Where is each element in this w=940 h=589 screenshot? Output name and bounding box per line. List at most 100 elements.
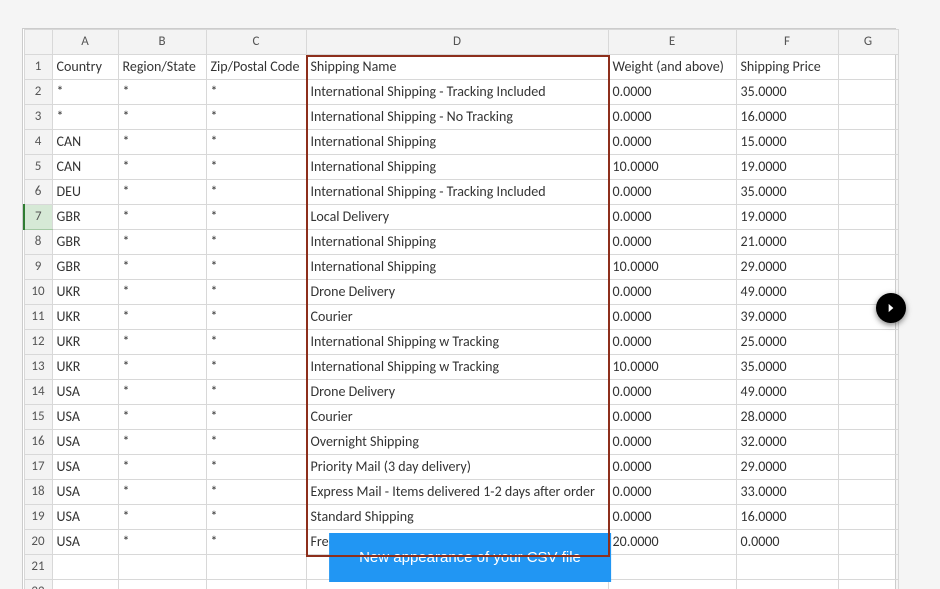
cell-A21[interactable] bbox=[52, 555, 118, 580]
cell-C19[interactable]: * bbox=[206, 505, 306, 530]
next-nav-button[interactable] bbox=[876, 293, 906, 323]
row-header-8[interactable]: 8 bbox=[24, 230, 52, 255]
cell-B8[interactable]: * bbox=[118, 230, 206, 255]
cell-D10[interactable]: Drone Delivery bbox=[306, 280, 608, 305]
cell-A12[interactable]: UKR bbox=[52, 330, 118, 355]
cell-E12[interactable]: 0.0000 bbox=[608, 330, 736, 355]
cell-C11[interactable]: * bbox=[206, 305, 306, 330]
cell-A14[interactable]: USA bbox=[52, 380, 118, 405]
row-header-6[interactable]: 6 bbox=[24, 180, 52, 205]
cell-G4[interactable] bbox=[838, 130, 898, 155]
cell-C8[interactable]: * bbox=[206, 230, 306, 255]
cell-D17[interactable]: Priority Mail (3 day delivery) bbox=[306, 455, 608, 480]
column-header-F[interactable]: F bbox=[736, 30, 838, 55]
cell-F8[interactable]: 21.0000 bbox=[736, 230, 838, 255]
cell-C7[interactable]: * bbox=[206, 205, 306, 230]
cell-G13[interactable] bbox=[838, 355, 898, 380]
cell-B21[interactable] bbox=[118, 555, 206, 580]
cell-A7[interactable]: GBR bbox=[52, 205, 118, 230]
row-header-4[interactable]: 4 bbox=[24, 130, 52, 155]
cell-D18[interactable]: Express Mail - Items delivered 1-2 days … bbox=[306, 480, 608, 505]
cell-A5[interactable]: CAN bbox=[52, 155, 118, 180]
column-header-C[interactable]: C bbox=[206, 30, 306, 55]
cell-F15[interactable]: 28.0000 bbox=[736, 405, 838, 430]
cell-E9[interactable]: 10.0000 bbox=[608, 255, 736, 280]
cell-C2[interactable]: * bbox=[206, 80, 306, 105]
row-header-3[interactable]: 3 bbox=[24, 105, 52, 130]
cell-C21[interactable] bbox=[206, 555, 306, 580]
column-header-G[interactable]: G bbox=[838, 30, 898, 55]
row-header-19[interactable]: 19 bbox=[24, 505, 52, 530]
cell-C9[interactable]: * bbox=[206, 255, 306, 280]
row-header-15[interactable]: 15 bbox=[24, 405, 52, 430]
cell-G14[interactable] bbox=[838, 380, 898, 405]
cell-F22[interactable] bbox=[736, 580, 838, 589]
row-header-2[interactable]: 2 bbox=[24, 80, 52, 105]
cell-A1[interactable]: Country bbox=[52, 55, 118, 80]
cell-F12[interactable]: 25.0000 bbox=[736, 330, 838, 355]
cell-B5[interactable]: * bbox=[118, 155, 206, 180]
cell-A18[interactable]: USA bbox=[52, 480, 118, 505]
cell-E13[interactable]: 10.0000 bbox=[608, 355, 736, 380]
cell-B22[interactable] bbox=[118, 580, 206, 589]
cell-F11[interactable]: 39.0000 bbox=[736, 305, 838, 330]
cell-G9[interactable] bbox=[838, 255, 898, 280]
cell-B4[interactable]: * bbox=[118, 130, 206, 155]
cell-G20[interactable] bbox=[838, 530, 898, 555]
cell-D13[interactable]: International Shipping w Tracking bbox=[306, 355, 608, 380]
cell-E16[interactable]: 0.0000 bbox=[608, 430, 736, 455]
cell-B15[interactable]: * bbox=[118, 405, 206, 430]
cell-B9[interactable]: * bbox=[118, 255, 206, 280]
cell-C16[interactable]: * bbox=[206, 430, 306, 455]
cell-E20[interactable]: 20.0000 bbox=[608, 530, 736, 555]
row-header-20[interactable]: 20 bbox=[24, 530, 52, 555]
cell-D12[interactable]: International Shipping w Tracking bbox=[306, 330, 608, 355]
cell-B17[interactable]: * bbox=[118, 455, 206, 480]
column-header-B[interactable]: B bbox=[118, 30, 206, 55]
cell-G12[interactable] bbox=[838, 330, 898, 355]
cell-A9[interactable]: GBR bbox=[52, 255, 118, 280]
cell-D1[interactable]: Shipping Name bbox=[306, 55, 608, 80]
row-header-18[interactable]: 18 bbox=[24, 480, 52, 505]
row-header-13[interactable]: 13 bbox=[24, 355, 52, 380]
cell-B16[interactable]: * bbox=[118, 430, 206, 455]
cell-A2[interactable]: * bbox=[52, 80, 118, 105]
cell-E18[interactable]: 0.0000 bbox=[608, 480, 736, 505]
cell-G3[interactable] bbox=[838, 105, 898, 130]
cell-G5[interactable] bbox=[838, 155, 898, 180]
cell-D2[interactable]: International Shipping - Tracking Includ… bbox=[306, 80, 608, 105]
cell-D8[interactable]: International Shipping bbox=[306, 230, 608, 255]
cell-B10[interactable]: * bbox=[118, 280, 206, 305]
cell-A3[interactable]: * bbox=[52, 105, 118, 130]
cell-E21[interactable] bbox=[608, 555, 736, 580]
row-header-17[interactable]: 17 bbox=[24, 455, 52, 480]
cell-E3[interactable]: 0.0000 bbox=[608, 105, 736, 130]
cell-E19[interactable]: 0.0000 bbox=[608, 505, 736, 530]
cell-E4[interactable]: 0.0000 bbox=[608, 130, 736, 155]
cell-E15[interactable]: 0.0000 bbox=[608, 405, 736, 430]
cell-D9[interactable]: International Shipping bbox=[306, 255, 608, 280]
cell-B6[interactable]: * bbox=[118, 180, 206, 205]
cell-F6[interactable]: 35.0000 bbox=[736, 180, 838, 205]
cell-F9[interactable]: 29.0000 bbox=[736, 255, 838, 280]
cell-E22[interactable] bbox=[608, 580, 736, 589]
cell-C4[interactable]: * bbox=[206, 130, 306, 155]
row-header-16[interactable]: 16 bbox=[24, 430, 52, 455]
cell-B12[interactable]: * bbox=[118, 330, 206, 355]
cell-F14[interactable]: 49.0000 bbox=[736, 380, 838, 405]
row-header-5[interactable]: 5 bbox=[24, 155, 52, 180]
cell-D6[interactable]: International Shipping - Tracking Includ… bbox=[306, 180, 608, 205]
cell-G2[interactable] bbox=[838, 80, 898, 105]
cell-A19[interactable]: USA bbox=[52, 505, 118, 530]
column-header-A[interactable]: A bbox=[52, 30, 118, 55]
cell-D15[interactable]: Courier bbox=[306, 405, 608, 430]
cell-B13[interactable]: * bbox=[118, 355, 206, 380]
cell-G19[interactable] bbox=[838, 505, 898, 530]
cell-A11[interactable]: UKR bbox=[52, 305, 118, 330]
cell-B14[interactable]: * bbox=[118, 380, 206, 405]
cell-C5[interactable]: * bbox=[206, 155, 306, 180]
cell-E6[interactable]: 0.0000 bbox=[608, 180, 736, 205]
cell-F7[interactable]: 19.0000 bbox=[736, 205, 838, 230]
cell-F21[interactable] bbox=[736, 555, 838, 580]
cell-A8[interactable]: GBR bbox=[52, 230, 118, 255]
